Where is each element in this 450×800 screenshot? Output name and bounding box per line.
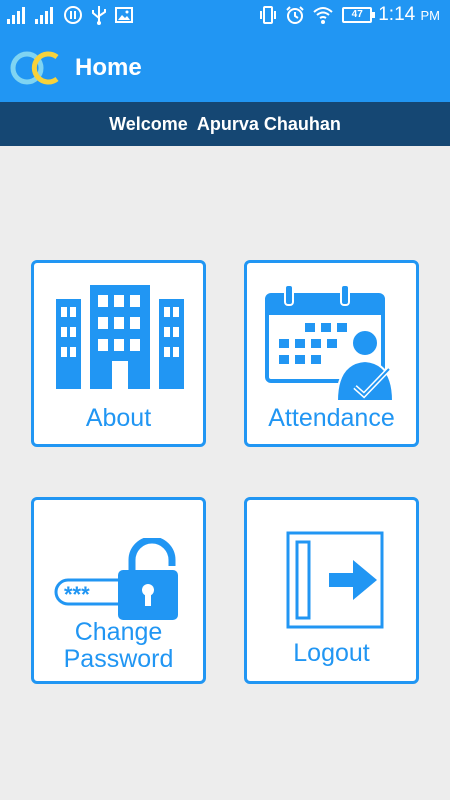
attendance-tile[interactable]: Attendance [244, 260, 419, 447]
signal-2-icon [35, 7, 53, 24]
app-logo-icon [10, 51, 59, 85]
svg-text:***: *** [64, 582, 90, 607]
status-icons-left [6, 4, 134, 26]
about-label: About [85, 404, 152, 432]
battery-level: 47 [351, 9, 363, 20]
status-clock: 1:14 PM [378, 4, 440, 26]
page-title: Home [75, 54, 142, 81]
attendance-label: Attendance [268, 404, 395, 432]
change-password-label-line2: Password [63, 645, 174, 673]
image-icon [115, 7, 133, 23]
welcome-prefix: Welcome [109, 114, 188, 134]
password-lock-icon: *** [54, 538, 178, 620]
about-tile[interactable]: About [31, 260, 206, 447]
pause-icon [64, 6, 82, 24]
change-password-label-line1: Change [74, 618, 163, 646]
wifi-icon [313, 7, 333, 24]
vibrate-icon [260, 6, 277, 24]
logout-label: Logout [293, 639, 370, 667]
user-name: Apurva Chauhan [196, 114, 341, 134]
app-bar: Home [0, 32, 450, 102]
welcome-banner: Welcome Apurva Chauhan [0, 102, 450, 146]
change-password-tile[interactable]: *** Change Password [31, 497, 206, 684]
building-icon [56, 285, 184, 389]
usb-icon [92, 6, 106, 25]
calendar-user-icon [265, 284, 395, 402]
clock-ampm: PM [420, 8, 441, 23]
status-bar: 47 1:14 PM [0, 0, 450, 32]
signal-icon [7, 7, 25, 24]
status-icons-right: 47 1:14 PM [258, 4, 440, 26]
clock-time: 1:14 [378, 4, 416, 25]
alarm-icon [286, 6, 304, 24]
logout-icon [286, 531, 384, 629]
logout-tile[interactable]: Logout [244, 497, 419, 684]
battery-icon: 47 [342, 7, 376, 23]
